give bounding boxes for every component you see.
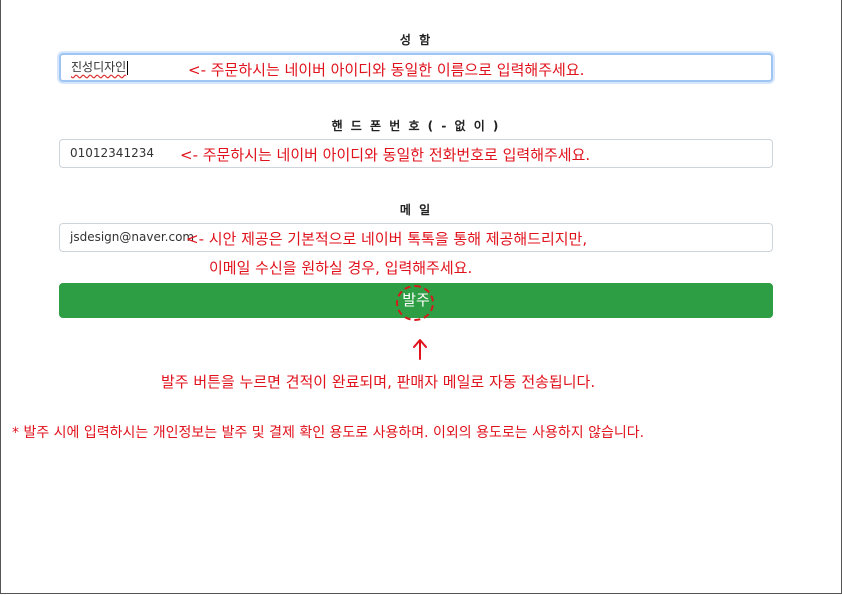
name-input-value: 진성디자인	[71, 60, 127, 74]
name-annotation: <- 주문하시는 네이버 아이디와 동일한 이름으로 입력해주세요.	[188, 61, 585, 79]
email-annotation-line1: <- 시안 제공은 기본적으로 네이버 톡톡을 통해 제공해드리지만,	[186, 230, 588, 248]
email-label: 메 일	[399, 203, 433, 217]
email-annotation-line2: 이메일 수신을 원하실 경우, 입력해주세요.	[209, 259, 473, 277]
phone-input-value: 01012341234	[70, 146, 154, 160]
submit-annotation: 발주 버튼을 누르면 견적이 완료되며, 판매자 메일로 자동 전송됩니다.	[161, 373, 596, 391]
text-caret	[127, 60, 129, 75]
phone-label: 핸 드 폰 번 호 ( - 없 이 )	[331, 119, 501, 133]
up-arrow-icon	[413, 339, 427, 360]
submit-highlight-circle	[396, 285, 434, 321]
email-input-value: jsdesign@naver.com	[70, 230, 195, 244]
phone-annotation: <- 주문하시는 네이버 아이디와 동일한 전화번호로 입력해주세요.	[180, 146, 591, 164]
name-label: 성 함	[399, 33, 433, 47]
privacy-annotation: * 발주 시에 입력하시는 개인정보는 발주 및 결제 확인 용도로 사용하며.…	[12, 425, 645, 441]
